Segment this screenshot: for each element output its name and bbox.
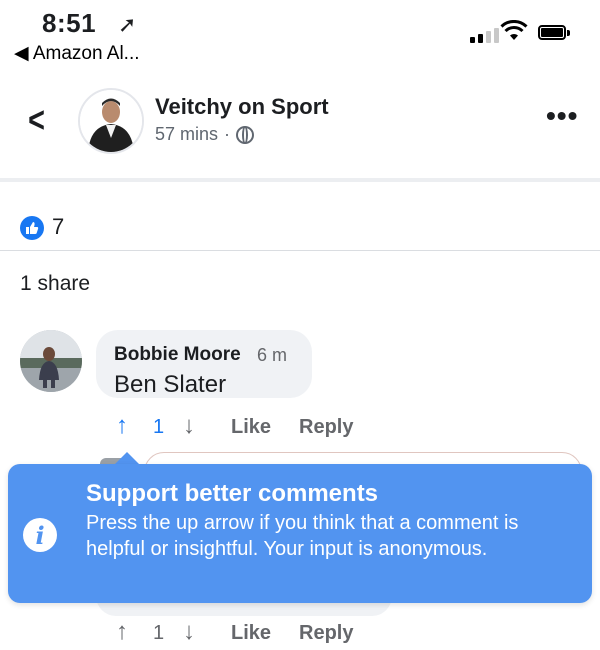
up-arrow-icon[interactable]: ↑: [116, 618, 128, 646]
battery-icon: [538, 25, 566, 40]
comment-author[interactable]: Bobbie Moore: [114, 344, 241, 366]
tooltip-title: Support better comments: [86, 480, 379, 507]
battery-tip: [567, 30, 570, 36]
post-time[interactable]: 57 mins: [155, 124, 218, 145]
info-icon: i: [23, 518, 57, 552]
down-arrow-icon[interactable]: ↓: [183, 618, 195, 646]
comment-time: 6 m: [257, 345, 288, 365]
page-avatar[interactable]: [78, 88, 144, 154]
chevron-left-icon: <: [28, 99, 45, 140]
comment-reply-button[interactable]: Reply: [299, 416, 353, 439]
meta-separator: ·: [224, 124, 231, 144]
more-options-button[interactable]: •••: [546, 102, 578, 130]
post-meta: 57 mins ·: [155, 124, 255, 145]
wifi-icon: [500, 19, 528, 47]
up-arrow-icon[interactable]: ↑: [116, 412, 128, 440]
signal-icon: [470, 28, 499, 43]
status-time: 8:51: [42, 8, 97, 38]
tooltip-body: Press the up arrow if you think that a c…: [86, 512, 519, 560]
back-to-app-link[interactable]: ◀ Amazon Al...: [14, 42, 140, 65]
page-name[interactable]: Veitchy on Sport: [155, 94, 329, 120]
share-count[interactable]: 1 share: [20, 272, 90, 296]
back-button[interactable]: <: [28, 102, 45, 138]
comment-text: Ben Slater: [114, 371, 227, 398]
thumbs-up-icon[interactable]: [20, 216, 44, 240]
vote-count: 1: [153, 622, 165, 644]
commenter-avatar[interactable]: [20, 330, 82, 392]
divider: [0, 250, 600, 251]
down-arrow-icon[interactable]: ↓: [183, 412, 195, 440]
section-divider: [0, 178, 600, 182]
vote-count: 1: [153, 416, 165, 438]
comment-like-button[interactable]: Like: [231, 416, 271, 439]
like-count[interactable]: 7: [52, 214, 64, 240]
location-arrow-icon: ➚: [118, 12, 137, 37]
comment-like-button[interactable]: Like: [231, 622, 271, 645]
globe-icon: [236, 125, 255, 144]
comment-reply-button[interactable]: Reply: [299, 622, 353, 645]
